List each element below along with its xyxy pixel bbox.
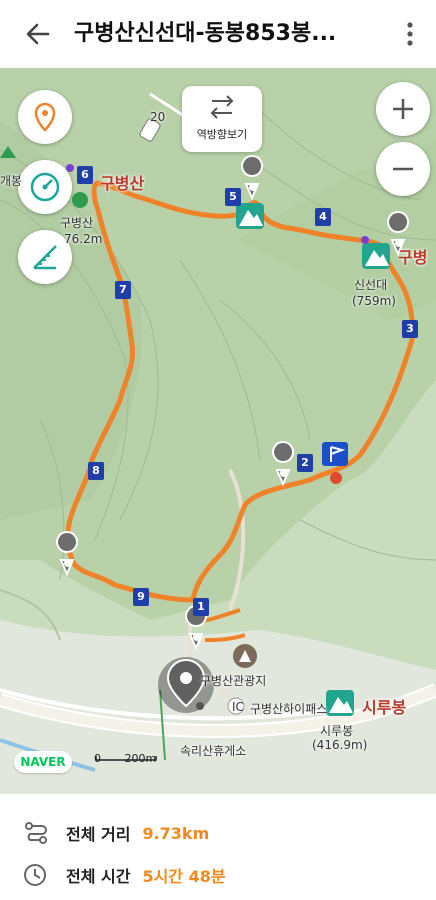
- scale-zero: 0: [94, 752, 101, 765]
- map-scale: 0 200m: [94, 752, 156, 765]
- peak-elevation-sinseondae: (759m): [352, 294, 396, 308]
- distance-label: 전체 거리: [66, 825, 131, 844]
- page-title: 구병산신선대-동봉853봉...: [74, 21, 337, 46]
- road-number-label: 20: [150, 110, 166, 124]
- time-label: 전체 시간: [66, 867, 131, 886]
- zoom-in-button[interactable]: [376, 82, 430, 136]
- place-rest-area: 속리산휴게소: [180, 744, 247, 758]
- distance-value: 9.73km: [142, 823, 210, 843]
- back-arrow-icon[interactable]: [22, 18, 54, 50]
- plus-icon: [393, 99, 413, 119]
- waypoint-3[interactable]: 3: [402, 320, 418, 338]
- place-highpass-ic: 구병산하이패스: [250, 702, 328, 716]
- more-vertical-icon[interactable]: [398, 18, 422, 50]
- peak-name-gubyeongsan: 구병산: [60, 216, 94, 230]
- waypoint-5[interactable]: 5: [225, 188, 241, 206]
- place-gaebong: 개봉: [0, 174, 23, 188]
- route-map[interactable]: 역방향보기 6 5 4 3 2 7 8 9 1 구병산 구병산 76.2m 개봉…: [0, 68, 436, 794]
- minus-icon: [393, 167, 413, 171]
- scale-distance: 200m: [124, 752, 157, 765]
- peak-name-sirubong: 시루봉: [320, 724, 354, 738]
- route-distance-icon: [20, 818, 52, 848]
- peak-elevation-gubyeongsan: 76.2m: [64, 232, 103, 246]
- zoom-out-button[interactable]: [376, 142, 430, 196]
- route-summary: 전체 거리 9.73km 전체 시간 5시간 48분: [0, 794, 436, 900]
- place-tourist-site: 구병산관광지: [200, 674, 267, 688]
- distance-row: 전체 거리 9.73km: [20, 818, 209, 848]
- waypoint-4[interactable]: 4: [315, 208, 331, 226]
- compass-icon[interactable]: [18, 160, 72, 214]
- time-value: 5시간 48분: [142, 867, 226, 886]
- peak-title-sirubong: 시루봉: [362, 698, 407, 717]
- waypoint-9[interactable]: 9: [133, 588, 149, 606]
- time-row: 전체 시간 5시간 48분: [20, 860, 226, 890]
- waypoint-1[interactable]: 1: [193, 598, 209, 616]
- peak-elevation-sirubong: (416.9m): [312, 738, 368, 752]
- reverse-direction-button[interactable]: 역방향보기: [182, 86, 262, 152]
- naver-logo: NAVER: [14, 751, 72, 773]
- location-marker-icon[interactable]: [18, 90, 72, 144]
- reverse-direction-label: 역방향보기: [196, 128, 248, 141]
- waypoint-6[interactable]: 6: [77, 166, 93, 184]
- waypoint-8[interactable]: 8: [88, 462, 104, 480]
- peak-title-gubyeong-east: 구병: [398, 248, 428, 267]
- place-ic-badge: IC: [232, 700, 244, 714]
- peak-name-sinseondae: 신선대: [354, 278, 388, 292]
- swap-arrows-icon: [210, 95, 234, 119]
- waypoint-2[interactable]: 2: [297, 454, 313, 472]
- peak-title-gubyeongsan: 구병산: [100, 174, 145, 193]
- waypoint-7[interactable]: 7: [115, 281, 131, 299]
- app-header: 구병산신선대-동봉853봉...: [0, 0, 436, 68]
- clock-icon: [20, 860, 52, 890]
